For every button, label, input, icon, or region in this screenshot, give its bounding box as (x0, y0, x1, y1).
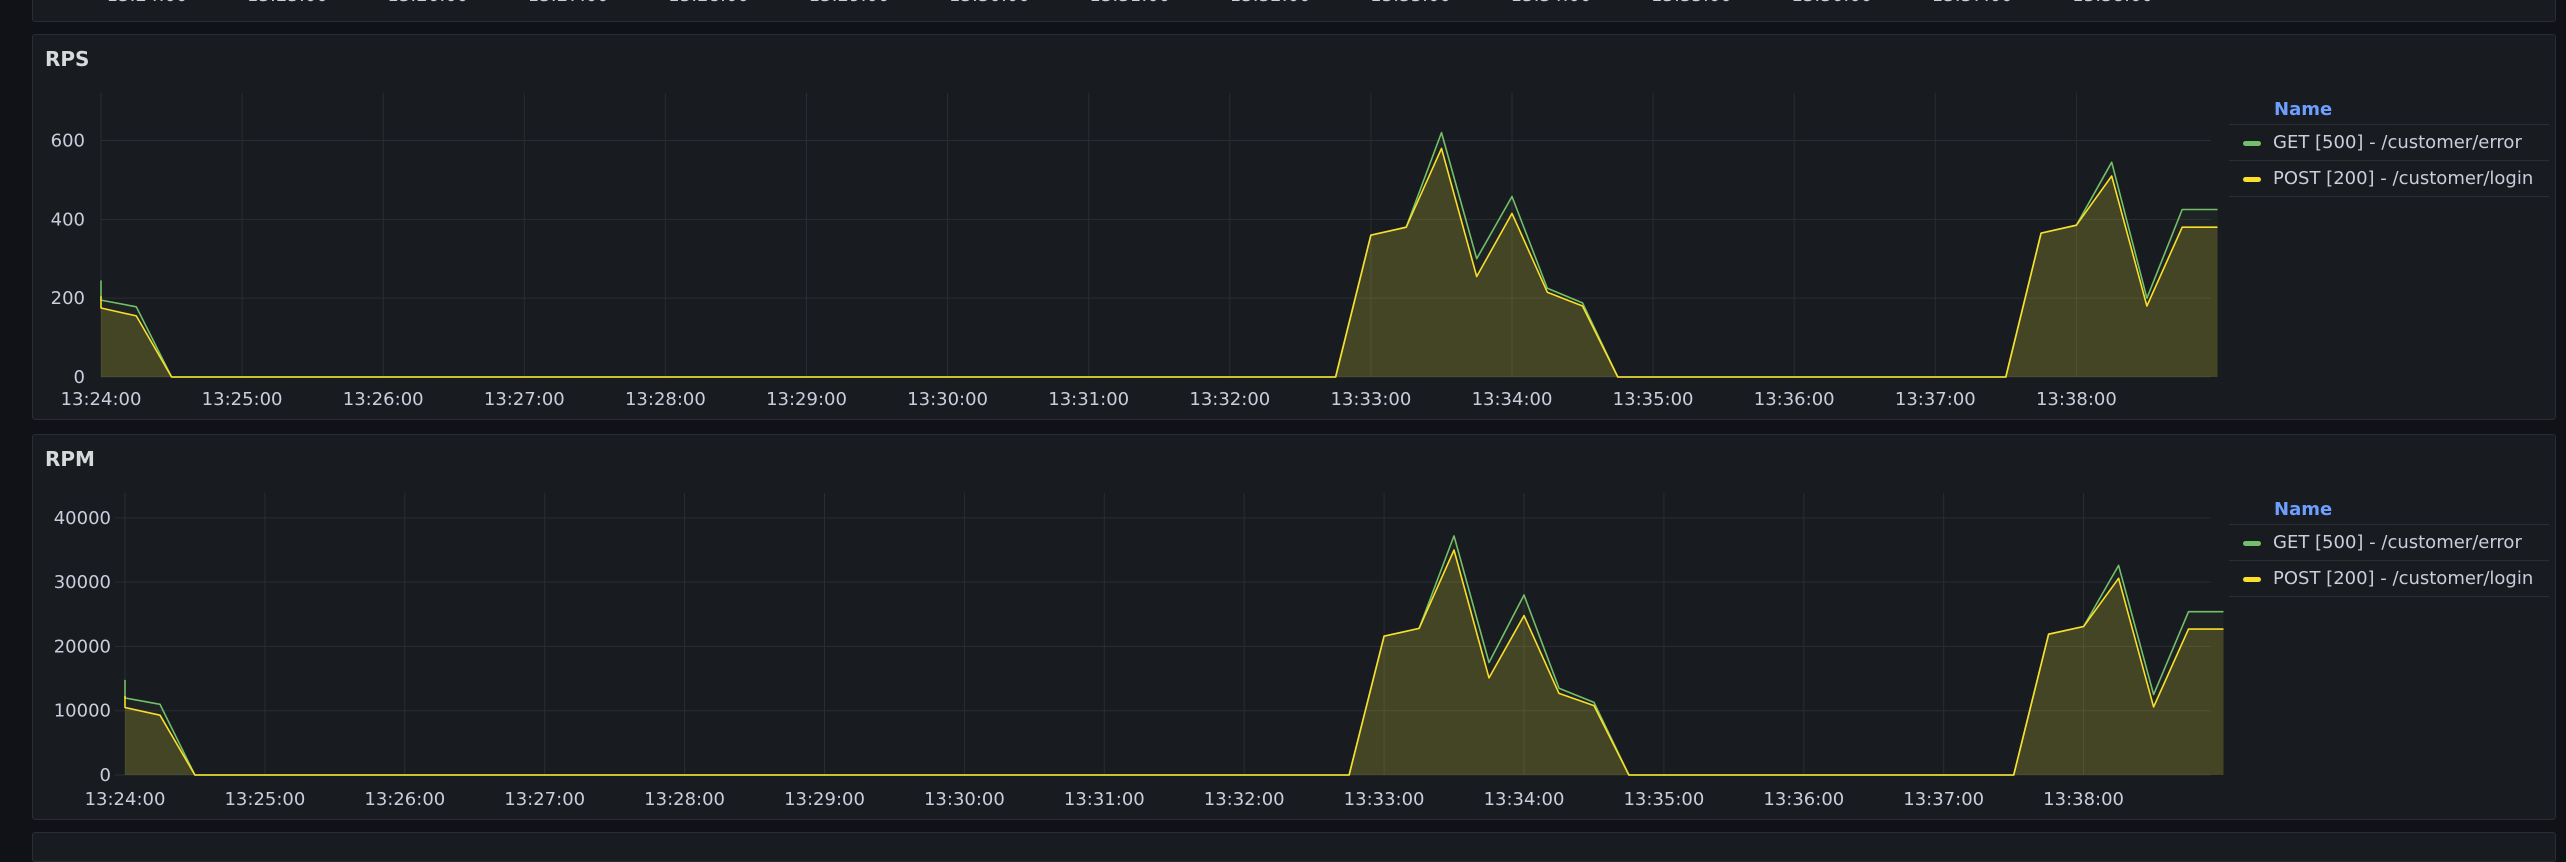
x-tick-label: 13:27:00 (484, 389, 565, 410)
x-tick-label: 13:25:00 (224, 789, 305, 810)
x-tick-label: 13:37:00 (1932, 0, 2013, 6)
y-tick-label: 40000 (54, 508, 111, 529)
x-tick-label: 13:26:00 (387, 0, 468, 6)
series-color-swatch (2243, 540, 2261, 546)
x-tick-label: 13:25:00 (202, 389, 283, 410)
x-tick-label: 13:32:00 (1189, 389, 1270, 410)
y-tick-label: 10000 (54, 701, 111, 722)
x-tick-label: 13:31:00 (1048, 389, 1129, 410)
legend-item[interactable]: GET [500] - /customer/error (2229, 125, 2549, 161)
x-tick-label: 13:25:00 (247, 0, 328, 6)
x-tick-label: 13:27:00 (504, 789, 585, 810)
rpm-chart: 0 10000 20000 30000 40000 13:24:00 13:25:00 13:… (54, 493, 2224, 810)
legend-item-label: GET [500] - /customer/error (2273, 132, 2522, 153)
y-tick-label: 400 (51, 209, 85, 230)
x-tick-label: 13:34:00 (1472, 389, 1553, 410)
x-tick-label: 13:35:00 (1613, 389, 1694, 410)
y-tick-label: 0 (100, 765, 111, 786)
rpm-panel: RPM 0 10000 20000 30000 40000 13:24:00 13:25:0… (32, 434, 2556, 820)
series-line[interactable] (124, 549, 2224, 776)
x-tick-label: 13:36:00 (1754, 389, 1835, 410)
series-area (125, 535, 2224, 775)
rps-panel: RPS 0 200 400 600 13:24:00 13:25:00 13:26:00 13… (32, 34, 2556, 420)
x-tick-label: 13:31:00 (1089, 0, 1170, 6)
x-tick-label: 13:30:00 (949, 0, 1030, 6)
bottom-panel-remnant (32, 832, 2556, 862)
x-tick-label: 13:24:00 (107, 0, 188, 6)
x-tick-label: 13:37:00 (1903, 789, 1984, 810)
rps-legend: Name GET [500] - /customer/error POST [2… (2229, 95, 2549, 197)
x-tick-label: 13:27:00 (528, 0, 609, 6)
x-tick-label: 13:26:00 (343, 389, 424, 410)
x-tick-label: 13:38:00 (2036, 389, 2117, 410)
series-color-swatch (2243, 140, 2261, 146)
x-tick-label: 13:37:00 (1895, 389, 1976, 410)
x-tick-label: 13:31:00 (1064, 789, 1145, 810)
y-tick-label: 20000 (54, 636, 111, 657)
x-tick-label: 13:29:00 (784, 789, 865, 810)
legend-item[interactable]: POST [200] - /customer/login (2229, 161, 2549, 197)
legend-item-label: GET [500] - /customer/error (2273, 532, 2522, 553)
x-tick-label: 13:33:00 (1344, 789, 1425, 810)
x-tick-label: 13:33:00 (1370, 0, 1451, 6)
x-tick-label: 13:38:00 (2043, 789, 2124, 810)
series-color-swatch (2243, 576, 2261, 582)
series-line[interactable] (100, 147, 2218, 378)
x-tick-label: 13:35:00 (1623, 789, 1704, 810)
legend-item[interactable]: GET [500] - /customer/error (2229, 525, 2549, 561)
x-tick-label: 13:33:00 (1330, 389, 1411, 410)
y-tick-label: 200 (51, 288, 85, 309)
x-tick-label: 13:34:00 (1484, 789, 1565, 810)
legend-item-label: POST [200] - /customer/login (2273, 568, 2534, 589)
y-tick-label: 0 (74, 367, 85, 388)
x-tick-label: 13:28:00 (644, 789, 725, 810)
x-tick-label: 13:29:00 (809, 0, 890, 6)
legend-header[interactable]: Name (2229, 495, 2549, 525)
legend-header[interactable]: Name (2229, 95, 2549, 125)
rps-chart: 0 200 400 600 13:24:00 13:25:00 13:26:00 13:27:… (51, 93, 2218, 410)
x-tick-label: 13:32:00 (1204, 789, 1285, 810)
x-tick-label: 13:29:00 (766, 389, 847, 410)
legend-item[interactable]: POST [200] - /customer/login (2229, 561, 2549, 597)
x-tick-label: 13:24:00 (85, 789, 166, 810)
x-tick-label: 13:30:00 (907, 389, 988, 410)
series-line[interactable] (100, 131, 2218, 378)
x-tick-label: 13:24:00 (61, 389, 142, 410)
series-color-swatch (2243, 176, 2261, 182)
x-tick-label: 13:35:00 (1651, 0, 1732, 6)
series-area (101, 132, 2218, 377)
y-tick-label: 30000 (54, 572, 111, 593)
top-time-axis: 13:24:00 13:25:00 13:26:00 13:27:00 13:28:00… (107, 0, 2153, 6)
legend-item-label: POST [200] - /customer/login (2273, 168, 2534, 189)
x-tick-label: 13:32:00 (1230, 0, 1311, 6)
x-tick-label: 13:38:00 (2072, 0, 2153, 6)
series-area (125, 550, 2224, 775)
series-area (101, 148, 2218, 377)
x-tick-label: 13:28:00 (625, 389, 706, 410)
series-line[interactable] (124, 535, 2224, 776)
x-tick-label: 13:36:00 (1763, 789, 1844, 810)
x-tick-label: 13:30:00 (924, 789, 1005, 810)
rpm-legend: Name GET [500] - /customer/error POST [2… (2229, 495, 2549, 597)
x-tick-label: 13:36:00 (1791, 0, 1872, 6)
x-tick-label: 13:28:00 (668, 0, 749, 6)
y-tick-label: 600 (51, 130, 85, 151)
top-panel-remnant: 13:24:00 13:25:00 13:26:00 13:27:00 13:28:00… (32, 0, 2556, 22)
x-tick-label: 13:34:00 (1511, 0, 1592, 6)
x-tick-label: 13:26:00 (364, 789, 445, 810)
